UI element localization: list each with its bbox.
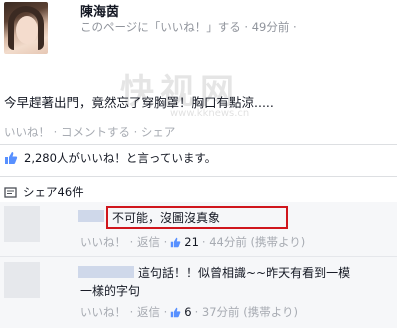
- comment-text-line1: 這句話！！似曾相識~~昨天有看到一模: [138, 266, 351, 280]
- thumbs-up-icon: [5, 152, 18, 164]
- comment-like-count[interactable]: 6: [184, 305, 191, 319]
- commenter-name[interactable]: [78, 210, 104, 222]
- shares-text: シェア46件: [23, 185, 84, 199]
- likes-text: 2,280人がいいね！と言っています。: [24, 151, 217, 165]
- comment-body: 不可能，沒圖沒真象: [112, 211, 221, 225]
- commenter-name[interactable]: [78, 266, 134, 278]
- post-text: 今早趕著出門，竟然忘了穿胸罩！胸口有點涼.....: [4, 95, 274, 110]
- commenter-avatar[interactable]: [4, 206, 40, 242]
- commenter-avatar[interactable]: [4, 262, 40, 298]
- comment-like-count[interactable]: 21: [184, 235, 199, 249]
- post-subline: このページに「いいね！」する · 49分前 ·: [80, 20, 297, 34]
- author-avatar[interactable]: [4, 2, 48, 54]
- comment-meta: いいね！ · 返信 · 21 · 44分前 (携帯より): [80, 234, 305, 250]
- divider: [0, 256, 397, 257]
- post-actions[interactable]: いいね！ · コメントする · シェア: [4, 124, 175, 140]
- comment-actions[interactable]: いいね！ · 返信 ·: [80, 234, 167, 250]
- divider: [0, 144, 397, 145]
- divider: [0, 176, 397, 177]
- comment-meta: いいね！ · 返信 · 6 · 37分前 (携帯より): [80, 304, 298, 320]
- comment-time: · 37分前 (携帯より): [194, 305, 298, 319]
- thumbs-up-icon: [171, 307, 181, 317]
- thumbs-up-icon: [171, 237, 181, 247]
- avatar-face: [16, 16, 38, 44]
- comment-text-line2: 一樣的字句: [80, 284, 141, 298]
- likes-summary[interactable]: 2,280人がいいね！と言っています。: [4, 150, 216, 166]
- shares-summary[interactable]: シェア46件: [4, 184, 84, 200]
- comment-actions[interactable]: いいね！ · 返信 ·: [80, 304, 167, 320]
- comment-time: · 44分前 (携帯より): [201, 235, 306, 249]
- share-icon: [4, 186, 17, 198]
- comment-text: 不可能，沒圖沒真象: [106, 206, 288, 229]
- author-name[interactable]: 陳海茵: [80, 1, 119, 20]
